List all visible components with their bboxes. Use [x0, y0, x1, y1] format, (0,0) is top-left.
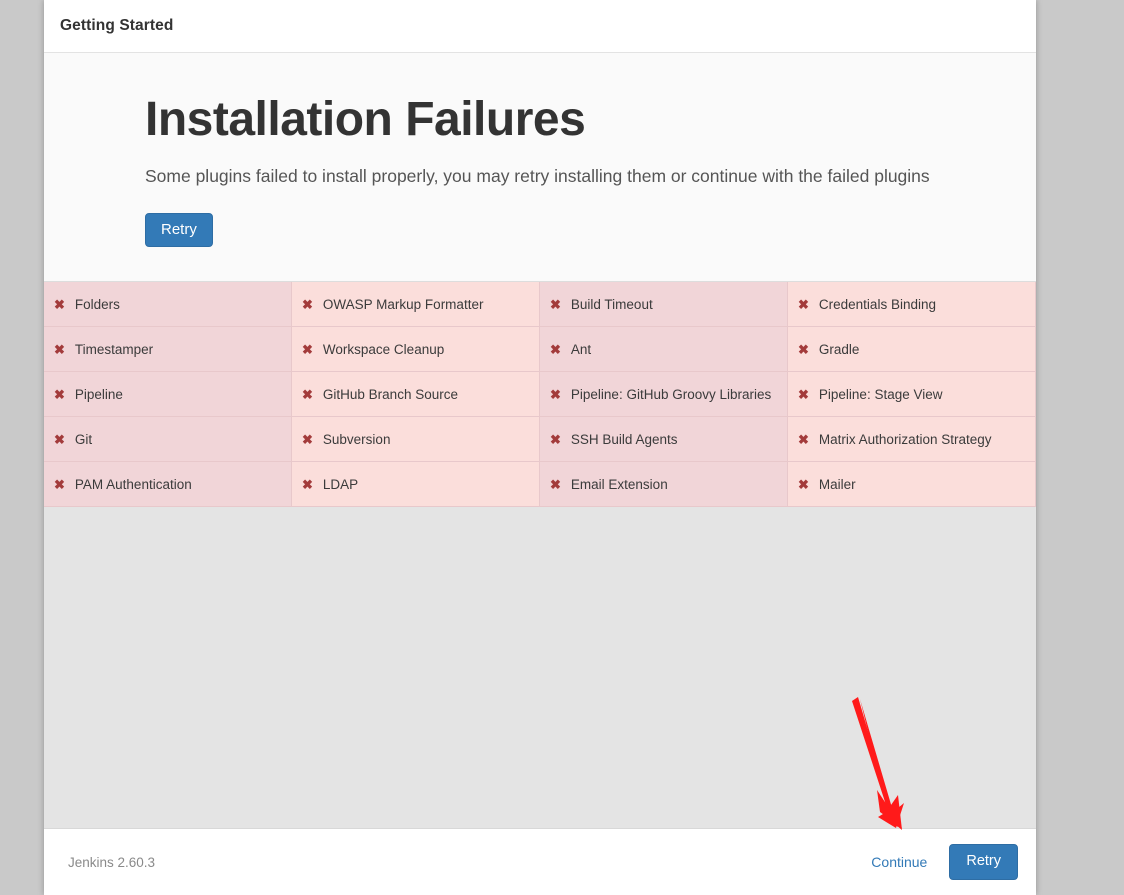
failed-plugin-name: Pipeline [74, 386, 123, 402]
body-filler [44, 507, 1036, 828]
failed-plugin-cell: ✖ GitHub Branch Source [292, 372, 540, 418]
failure-x-icon: ✖ [302, 296, 313, 312]
failed-plugin-name: Pipeline: GitHub Groovy Libraries [570, 386, 772, 402]
failure-x-icon: ✖ [550, 476, 561, 492]
failed-plugins-grid: ✖ Folders ✖ OWASP Markup Formatter ✖ Build Ti… [44, 281, 1036, 508]
failure-x-icon: ✖ [798, 341, 809, 357]
failed-plugin-cell: ✖ OWASP Markup Formatter [292, 282, 540, 328]
failed-plugin-cell: ✖ Mailer [788, 462, 1036, 508]
setup-wizard-panel: Getting Started Installation Failures So… [44, 0, 1036, 895]
hero-retry-button[interactable]: Retry [145, 213, 213, 248]
failed-plugin-name: OWASP Markup Formatter [322, 296, 484, 312]
failure-x-icon: ✖ [302, 341, 313, 357]
failed-plugin-name: Workspace Cleanup [322, 341, 445, 357]
failed-plugin-name: Email Extension [570, 476, 668, 492]
failed-plugin-cell: ✖ Pipeline: GitHub Groovy Libraries [540, 372, 788, 418]
failed-plugin-name: Matrix Authorization Strategy [818, 431, 992, 447]
failed-plugin-cell: ✖ Email Extension [540, 462, 788, 508]
failure-x-icon: ✖ [54, 341, 65, 357]
hero-heading: Installation Failures [145, 93, 586, 146]
failure-x-icon: ✖ [798, 386, 809, 402]
wizard-header: Getting Started [44, 0, 1036, 53]
failed-plugin-cell: ✖ Gradle [788, 327, 1036, 373]
failure-x-icon: ✖ [54, 476, 65, 492]
failed-plugin-cell: ✖ Matrix Authorization Strategy [788, 417, 1036, 463]
failed-plugin-name: Build Timeout [570, 296, 653, 312]
failure-x-icon: ✖ [54, 296, 65, 312]
failed-plugin-name: Subversion [322, 431, 391, 447]
failed-plugin-name: GitHub Branch Source [322, 386, 458, 402]
failure-x-icon: ✖ [550, 341, 561, 357]
failed-plugin-cell: ✖ Build Timeout [540, 282, 788, 328]
hero-subtitle: Some plugins failed to install properly,… [145, 166, 930, 187]
failed-plugin-name: Timestamper [74, 341, 154, 357]
wizard-body: Installation Failures Some plugins faile… [44, 53, 1036, 828]
failed-plugin-cell: ✖ Ant [540, 327, 788, 373]
failed-plugin-cell: ✖ Timestamper [44, 327, 292, 373]
failed-plugin-name: Gradle [818, 341, 860, 357]
failure-x-icon: ✖ [302, 386, 313, 402]
failed-plugin-name: Pipeline: Stage View [818, 386, 943, 402]
failed-plugin-name: Git [74, 431, 93, 447]
continue-link[interactable]: Continue [871, 854, 927, 870]
hero-section: Installation Failures Some plugins faile… [44, 53, 1036, 282]
failure-x-icon: ✖ [302, 431, 313, 447]
failure-x-icon: ✖ [550, 296, 561, 312]
failure-x-icon: ✖ [798, 296, 809, 312]
failure-x-icon: ✖ [798, 476, 809, 492]
failed-plugin-cell: ✖ Pipeline: Stage View [788, 372, 1036, 418]
failed-plugin-cell: ✖ LDAP [292, 462, 540, 508]
failed-plugin-cell: ✖ Credentials Binding [788, 282, 1036, 328]
failure-x-icon: ✖ [302, 476, 313, 492]
failure-x-icon: ✖ [550, 386, 561, 402]
failed-plugin-name: Credentials Binding [818, 296, 936, 312]
failed-plugin-name: Mailer [818, 476, 856, 492]
failure-x-icon: ✖ [54, 386, 65, 402]
failed-plugin-name: Ant [570, 341, 592, 357]
failed-plugin-cell: ✖ Git [44, 417, 292, 463]
failed-plugin-cell: ✖ Folders [44, 282, 292, 328]
failed-plugin-cell: ✖ Pipeline [44, 372, 292, 418]
jenkins-version-label: Jenkins 2.60.3 [68, 854, 156, 870]
failed-plugin-cell: ✖ Workspace Cleanup [292, 327, 540, 373]
failure-x-icon: ✖ [550, 431, 561, 447]
failure-x-icon: ✖ [798, 431, 809, 447]
failed-plugin-name: LDAP [322, 476, 359, 492]
failed-plugin-name: SSH Build Agents [570, 431, 678, 447]
failed-plugin-name: PAM Authentication [74, 476, 192, 492]
page-title: Getting Started [60, 17, 174, 34]
wizard-footer: Jenkins 2.60.3 Continue Retry [44, 828, 1036, 895]
failed-plugin-cell: ✖ PAM Authentication [44, 462, 292, 508]
failed-plugin-name: Folders [74, 296, 120, 312]
failed-plugin-cell: ✖ Subversion [292, 417, 540, 463]
failure-x-icon: ✖ [54, 431, 65, 447]
failed-plugin-cell: ✖ SSH Build Agents [540, 417, 788, 463]
footer-retry-button[interactable]: Retry [949, 844, 1018, 880]
